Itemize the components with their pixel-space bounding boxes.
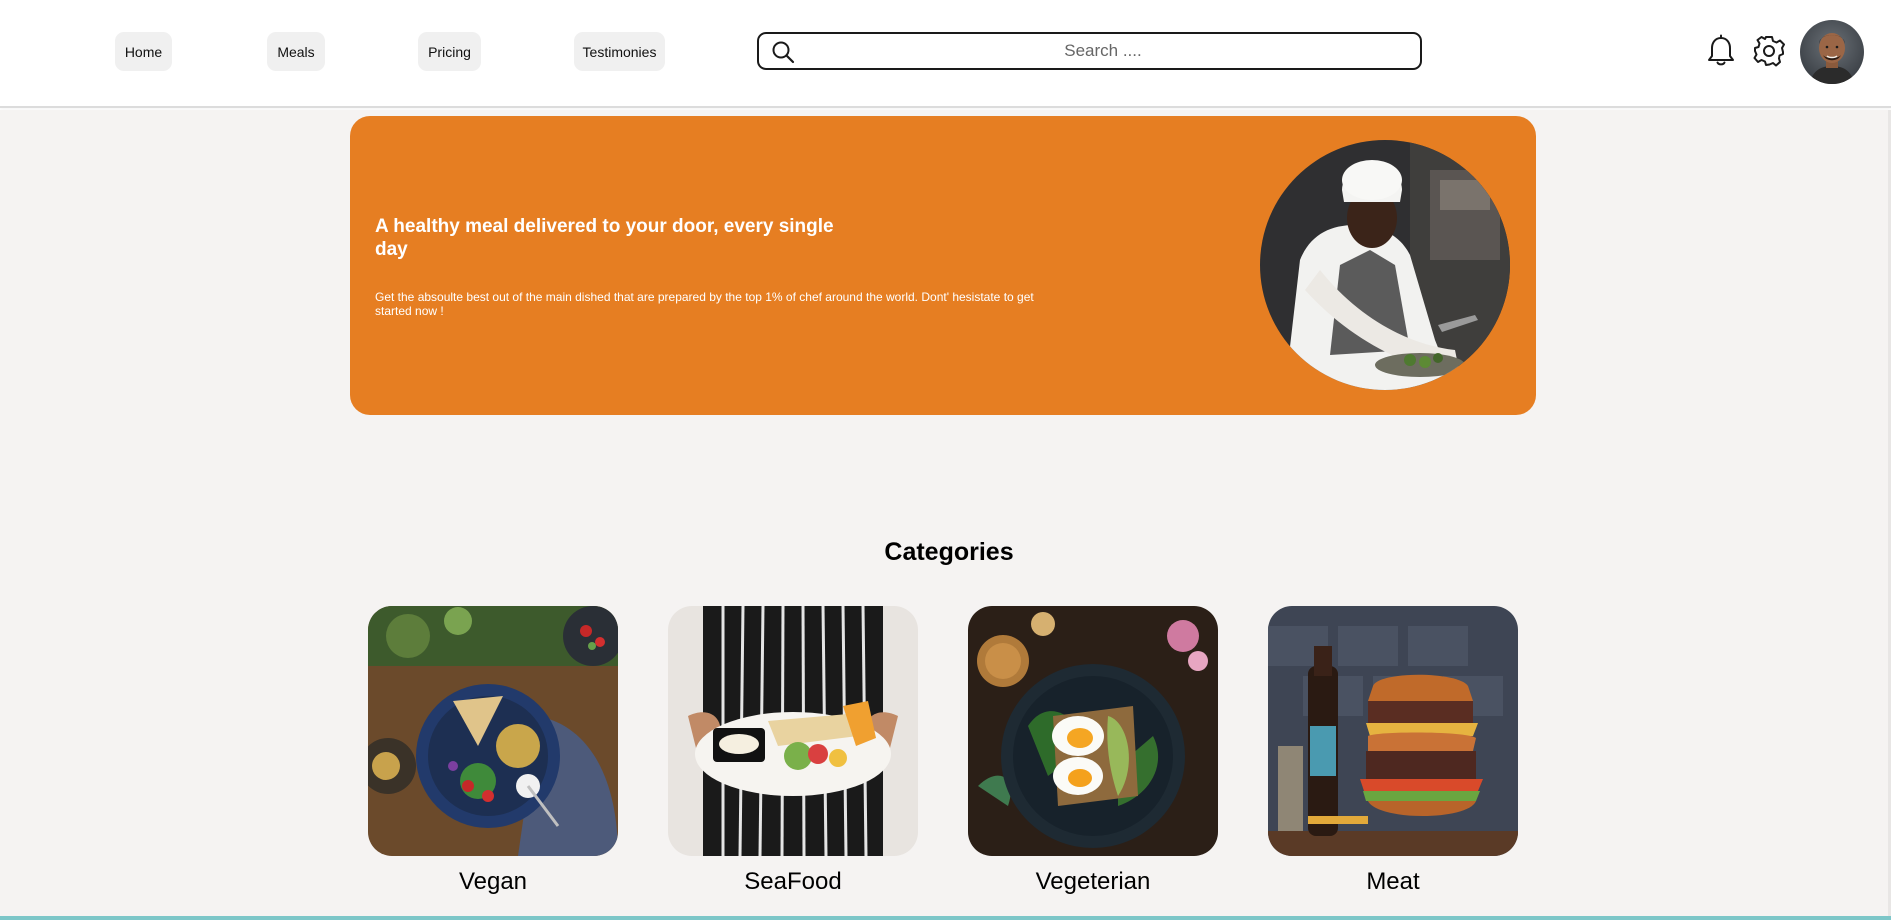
nav-pricing-button[interactable]: Pricing xyxy=(418,32,481,71)
gear-icon[interactable] xyxy=(1751,33,1787,69)
top-navbar: Home Meals Pricing Testimonies xyxy=(0,0,1891,108)
vegetarian-image xyxy=(968,606,1218,856)
search-bar[interactable] xyxy=(757,32,1422,70)
category-label: Meat xyxy=(1366,868,1420,895)
category-label: Vegan xyxy=(458,868,528,895)
hero-description: Get the absoulte best out of the main di… xyxy=(375,290,1034,318)
category-label: SeaFood xyxy=(744,868,842,895)
user-avatar[interactable] xyxy=(1800,20,1864,84)
main-content: A healthy meal delivered to your door, e… xyxy=(0,110,1891,916)
search-input[interactable] xyxy=(803,34,1403,68)
category-label: Vegeterian xyxy=(1035,868,1151,895)
nav-testimonies-button[interactable]: Testimonies xyxy=(574,32,665,71)
bell-icon[interactable] xyxy=(1703,33,1739,69)
categories-heading: Categories xyxy=(884,538,1014,566)
page: Home Meals Pricing Testimonies Search ..… xyxy=(0,0,1891,920)
category-card-vegetarian[interactable]: Vegeterian xyxy=(968,606,1218,896)
category-card-seafood[interactable]: SeaFood xyxy=(668,606,918,896)
category-card-meat[interactable]: Meat xyxy=(1268,606,1518,896)
hero-banner: A healthy meal delivered to your door, e… xyxy=(350,116,1536,415)
chef-photo xyxy=(1260,140,1510,390)
vegan-image xyxy=(368,606,618,856)
nav-meals-button[interactable]: Meals xyxy=(267,32,325,71)
seafood-image xyxy=(668,606,918,856)
meat-image xyxy=(1268,606,1518,856)
bottom-border xyxy=(0,916,1891,920)
hero-title: A healthy meal delivered to your door, e… xyxy=(375,216,834,260)
search-icon xyxy=(772,41,795,64)
nav-home-button[interactable]: Home xyxy=(115,32,172,71)
category-card-vegan[interactable]: Vegan xyxy=(368,606,618,896)
